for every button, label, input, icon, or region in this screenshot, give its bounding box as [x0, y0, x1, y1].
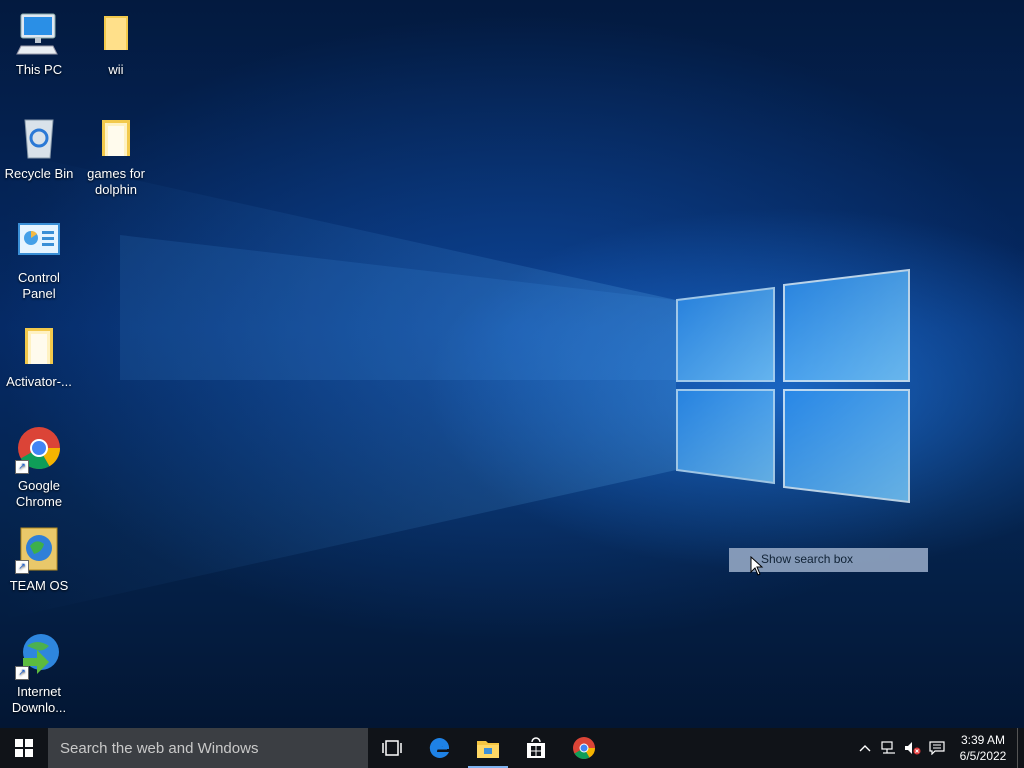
chrome-taskbar-button[interactable] — [560, 728, 608, 768]
chrome-icon: ↗ — [15, 426, 63, 474]
action-center-icon — [929, 741, 945, 755]
shortcut-arrow-icon: ↗ — [15, 460, 29, 474]
clock-date: 6/5/2022 — [959, 749, 1007, 763]
edge-icon — [429, 737, 450, 758]
folder-icon — [92, 10, 140, 58]
volume-muted-icon — [905, 742, 921, 755]
computer-icon — [15, 10, 63, 58]
chrome-icon — [573, 737, 595, 759]
chevron-up-icon — [859, 745, 871, 752]
idm-icon: ↗ — [15, 632, 63, 680]
show-hidden-icons-button[interactable] — [853, 728, 877, 768]
folder-icon — [92, 114, 140, 162]
shortcut-arrow-icon: ↗ — [15, 560, 29, 574]
desktop-icon-label: Recycle Bin — [4, 166, 74, 181]
desktop-icon-label: Internet Downlo... — [11, 684, 67, 715]
desktop-icon-label: TEAM OS — [9, 578, 69, 593]
desktop-icon-label: wii — [108, 62, 124, 77]
windows-logo-light — [0, 150, 910, 620]
start-button[interactable] — [0, 728, 48, 768]
network-icon — [881, 741, 895, 754]
desktop-icon-team-os[interactable]: ↗ TEAM OS — [0, 526, 78, 594]
desktop-icon-recycle-bin[interactable]: Recycle Bin — [0, 114, 78, 182]
desktop-wallpaper — [0, 0, 1024, 728]
desktop-icon-label: games for dolphin — [87, 166, 145, 197]
desktop-icon-internet-download-manager[interactable]: ↗ Internet Downlo... — [0, 632, 78, 716]
network-button[interactable] — [877, 728, 901, 768]
mouse-cursor-icon — [750, 556, 764, 576]
system-tray: 3:39 AM 6/5/2022 — [853, 728, 1024, 768]
control-panel-icon — [15, 218, 63, 266]
store-icon — [527, 737, 545, 758]
team-os-icon: ↗ — [15, 526, 63, 574]
clock-time: 3:39 AM — [960, 733, 1006, 747]
desktop-icon-label: Control Panel — [18, 270, 60, 301]
folder-icon — [15, 322, 63, 370]
desktop-icon-activator[interactable]: Activator-... — [0, 322, 78, 390]
search-placeholder: Search the web and Windows — [60, 739, 259, 757]
desktop-icon-google-chrome[interactable]: ↗ Google Chrome — [0, 426, 78, 510]
recycle-bin-icon — [15, 114, 63, 162]
action-center-button[interactable] — [925, 728, 949, 768]
desktop-icon-games-for-dolphin[interactable]: games for dolphin — [77, 114, 155, 198]
desktop-icon-label: This PC — [15, 62, 63, 77]
taskbar-search-box[interactable]: Search the web and Windows — [48, 728, 368, 768]
clock[interactable]: 3:39 AM 6/5/2022 — [955, 732, 1011, 764]
desktop-icon-label: Google Chrome — [15, 478, 63, 509]
edge-button[interactable] — [416, 728, 464, 768]
store-button[interactable] — [512, 728, 560, 768]
desktop-icon-this-pc[interactable]: This PC — [0, 10, 78, 78]
desktop-icon-label: Activator-... — [6, 374, 72, 389]
show-desktop-button[interactable] — [1017, 728, 1024, 768]
file-explorer-button[interactable] — [464, 728, 512, 768]
desktop-icon-wii[interactable]: wii — [77, 10, 155, 78]
taskbar: Search the web and Windows 3:39 AM 6/5/2… — [0, 728, 1024, 768]
file-explorer-icon — [477, 741, 499, 758]
task-view-icon — [382, 740, 402, 756]
task-view-button[interactable] — [368, 728, 416, 768]
volume-button[interactable] — [901, 728, 925, 768]
desktop-icon-control-panel[interactable]: Control Panel — [0, 218, 78, 302]
windows-logo-icon — [15, 739, 33, 757]
shortcut-arrow-icon: ↗ — [15, 666, 29, 680]
